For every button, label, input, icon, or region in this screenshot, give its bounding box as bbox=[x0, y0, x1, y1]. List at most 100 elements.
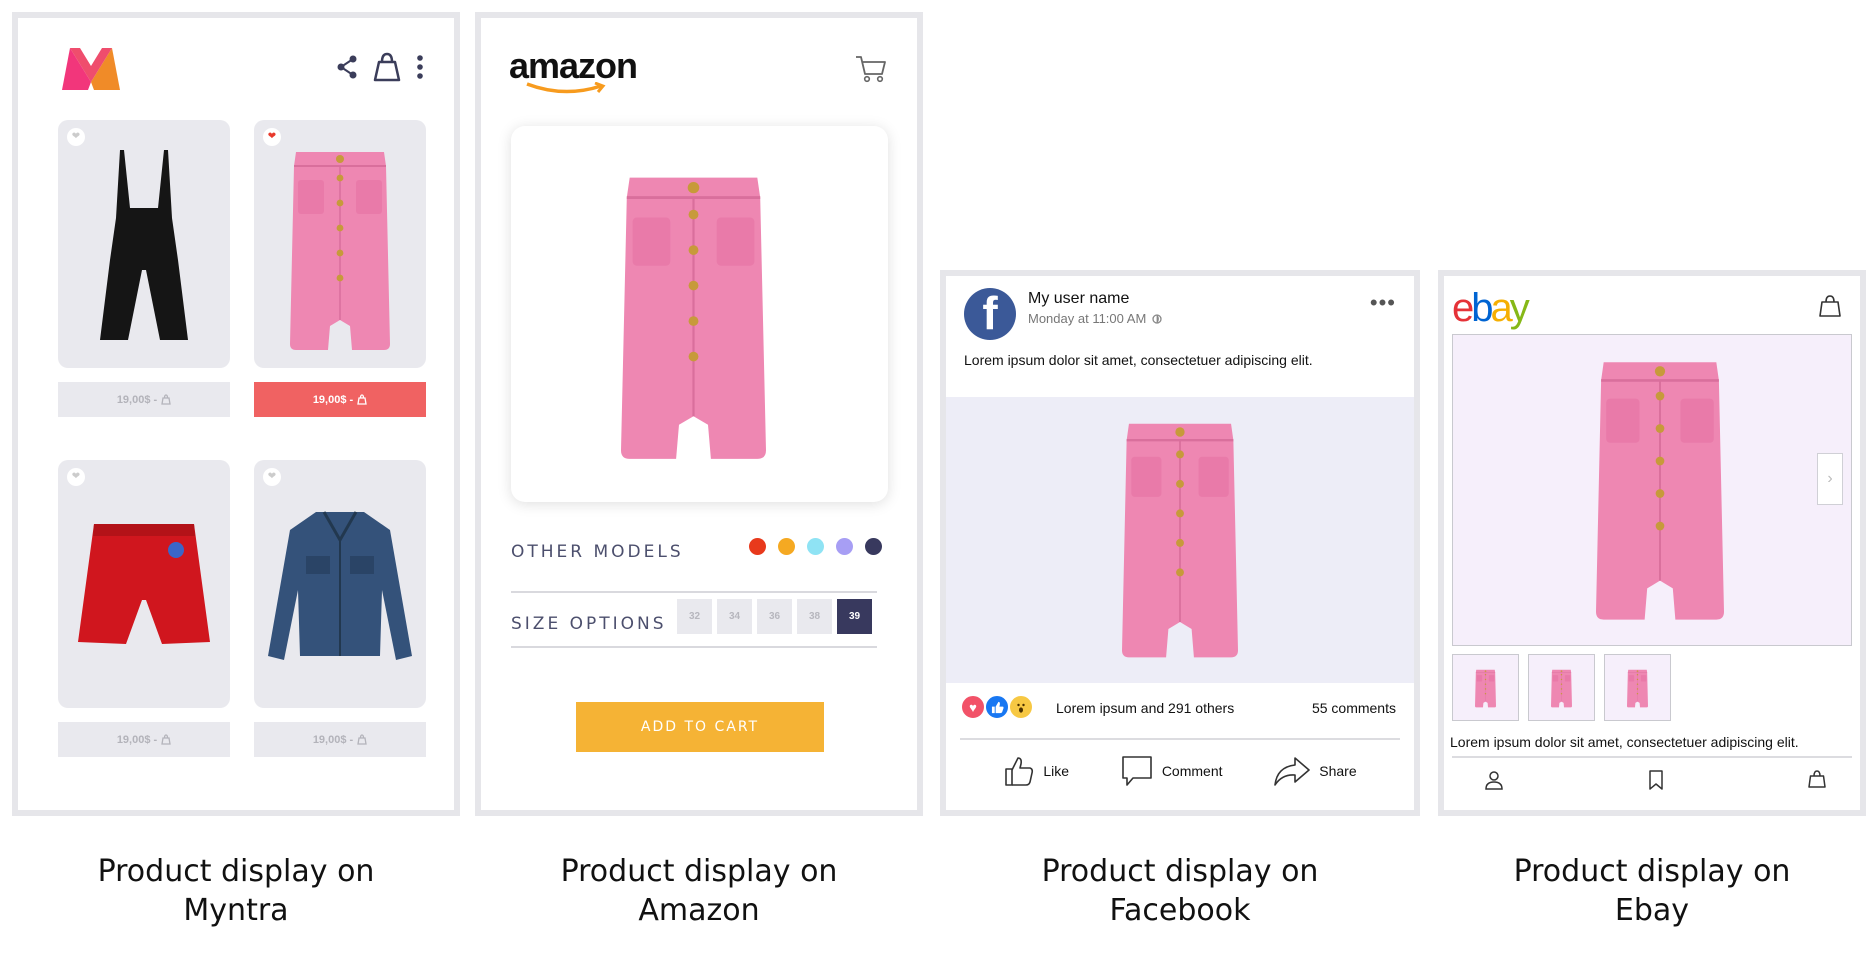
divider bbox=[1452, 756, 1852, 758]
thumbnail[interactable] bbox=[1604, 654, 1671, 721]
amazon-logo-text: amazon bbox=[509, 45, 638, 86]
ebay-logo-letter: b bbox=[1471, 286, 1493, 330]
user-icon[interactable] bbox=[1484, 770, 1504, 790]
size-options-label: SIZE OPTIONS bbox=[511, 614, 667, 634]
add-to-cart-button[interactable]: ADD TO CART bbox=[576, 702, 824, 752]
favorite-heart-icon[interactable]: ❤ bbox=[67, 468, 85, 486]
next-image-arrow-icon[interactable]: › bbox=[1817, 453, 1843, 505]
thumbnail[interactable] bbox=[1452, 654, 1519, 721]
color-option-swatch[interactable] bbox=[836, 538, 853, 555]
favorite-heart-icon[interactable]: ❤ bbox=[263, 468, 281, 486]
timestamp-text: Monday at 11:00 AM bbox=[1028, 311, 1147, 326]
ebay-logo-letter: e bbox=[1452, 286, 1474, 330]
wow-reaction-icon bbox=[1008, 694, 1034, 720]
price-label: 19,00$ - bbox=[116, 393, 158, 406]
product-image-pink-skirt bbox=[619, 176, 768, 461]
product-description: Lorem ipsum dolor sit amet, consectetuer… bbox=[1450, 734, 1799, 750]
divider bbox=[511, 646, 877, 648]
caption-line: Product display on bbox=[1513, 854, 1791, 889]
facebook-logo-letter: f bbox=[982, 288, 998, 339]
product-image-card[interactable] bbox=[511, 126, 888, 502]
more-options-icon[interactable]: ••• bbox=[1370, 292, 1396, 314]
favorite-heart-icon[interactable]: ❤ bbox=[67, 128, 85, 146]
myntra-top-icons bbox=[336, 52, 424, 82]
thumbnail-strip bbox=[1452, 654, 1671, 721]
caption-line: Product display on bbox=[97, 854, 375, 889]
reaction-icons[interactable]: ♥ bbox=[960, 694, 1034, 720]
amazon-logo: amazon bbox=[509, 45, 638, 96]
shopping-bag-icon[interactable] bbox=[1808, 770, 1826, 788]
price-button[interactable]: 19,00$ - bbox=[254, 382, 426, 417]
bag-icon bbox=[357, 734, 367, 745]
more-options-icon[interactable] bbox=[416, 54, 424, 80]
caption-myntra: Product display on Myntra bbox=[12, 852, 460, 930]
bottom-nav bbox=[1444, 770, 1860, 790]
price-button[interactable]: 19,00$ - bbox=[254, 722, 426, 757]
post-image[interactable] bbox=[946, 397, 1414, 683]
bag-icon bbox=[161, 734, 171, 745]
size-options: 32 34 36 38 39 bbox=[677, 599, 872, 634]
price-label: 19,00$ - bbox=[116, 733, 158, 746]
caption-facebook: Product display on Facebook bbox=[940, 852, 1420, 930]
product-image-main[interactable]: › bbox=[1452, 334, 1852, 646]
like-label: Like bbox=[1043, 763, 1070, 779]
divider bbox=[960, 738, 1400, 740]
shopping-bag-icon[interactable] bbox=[372, 52, 402, 82]
favorite-heart-icon[interactable]: ❤ bbox=[263, 128, 281, 146]
facebook-frame: f My user name Monday at 11:00 AM ••• Lo… bbox=[940, 270, 1420, 816]
color-option-swatch[interactable] bbox=[865, 538, 882, 555]
product-card[interactable]: ❤ bbox=[254, 120, 426, 368]
caption-line: Ebay bbox=[1614, 893, 1690, 928]
product-image-pink-skirt bbox=[1120, 422, 1240, 659]
ebay-frame: ebay › Lorem ipsum dolor sit amet, conse… bbox=[1438, 270, 1866, 816]
price-button[interactable]: 19,00$ - bbox=[58, 382, 230, 417]
like-button[interactable]: Like bbox=[1003, 754, 1069, 788]
globe-icon bbox=[1152, 313, 1162, 324]
shopping-bag-icon[interactable] bbox=[1818, 294, 1842, 318]
other-models-label: OTHER MODELS bbox=[511, 542, 684, 562]
ebay-logo-letter: a bbox=[1490, 286, 1513, 330]
size-option[interactable]: 32 bbox=[677, 599, 712, 634]
color-option-swatch[interactable] bbox=[778, 538, 795, 555]
share-arrow-icon bbox=[1274, 757, 1311, 786]
comments-count[interactable]: 55 comments bbox=[1312, 700, 1396, 716]
thumbnail[interactable] bbox=[1528, 654, 1595, 721]
color-option-swatch[interactable] bbox=[749, 538, 766, 555]
color-options bbox=[749, 538, 882, 555]
product-image-black-jumpsuit bbox=[100, 150, 188, 340]
product-card[interactable]: ❤ bbox=[58, 460, 230, 708]
reactions-summary[interactable]: Lorem ipsum and 291 others bbox=[1056, 700, 1234, 716]
product-image-denim-jacket bbox=[268, 511, 412, 660]
price-button[interactable]: 19,00$ - bbox=[58, 722, 230, 757]
product-image-pink-skirt bbox=[289, 151, 391, 351]
myntra-logo-icon bbox=[62, 48, 120, 90]
size-option-selected[interactable]: 39 bbox=[837, 599, 872, 634]
like-reaction-icon bbox=[984, 694, 1010, 720]
share-label: Share bbox=[1319, 763, 1357, 779]
bookmark-icon[interactable] bbox=[1648, 770, 1664, 790]
size-option[interactable]: 36 bbox=[757, 599, 792, 634]
product-card[interactable]: ❤ bbox=[254, 460, 426, 708]
product-card[interactable]: ❤ bbox=[58, 120, 230, 368]
caption-amazon: Product display on Amazon bbox=[475, 852, 923, 930]
color-option-swatch[interactable] bbox=[807, 538, 824, 555]
size-option[interactable]: 34 bbox=[717, 599, 752, 634]
ebay-logo: ebay bbox=[1452, 286, 1530, 330]
user-name[interactable]: My user name bbox=[1028, 290, 1129, 308]
love-reaction-icon: ♥ bbox=[960, 694, 986, 720]
caption-line: Product display on bbox=[560, 854, 838, 889]
share-icon[interactable] bbox=[336, 55, 358, 79]
post-text: Lorem ipsum dolor sit amet, consectetuer… bbox=[964, 352, 1313, 368]
comment-button[interactable]: Comment bbox=[1120, 754, 1223, 788]
price-label: 19,00$ - bbox=[312, 733, 354, 746]
product-image-pink-skirt bbox=[1594, 360, 1726, 621]
bag-icon bbox=[161, 394, 171, 405]
ebay-logo-letter: y bbox=[1509, 286, 1530, 330]
caption-line: Myntra bbox=[183, 893, 289, 928]
facebook-avatar[interactable]: f bbox=[964, 288, 1016, 340]
share-button[interactable]: Share bbox=[1273, 754, 1357, 788]
price-label: 19,00$ - bbox=[312, 393, 354, 406]
myntra-frame: ❤ 19,00$ - ❤ 19,00$ - ❤ 19,00$ - ❤ 19,00… bbox=[12, 12, 460, 816]
size-option[interactable]: 38 bbox=[797, 599, 832, 634]
cart-icon[interactable] bbox=[855, 54, 887, 84]
